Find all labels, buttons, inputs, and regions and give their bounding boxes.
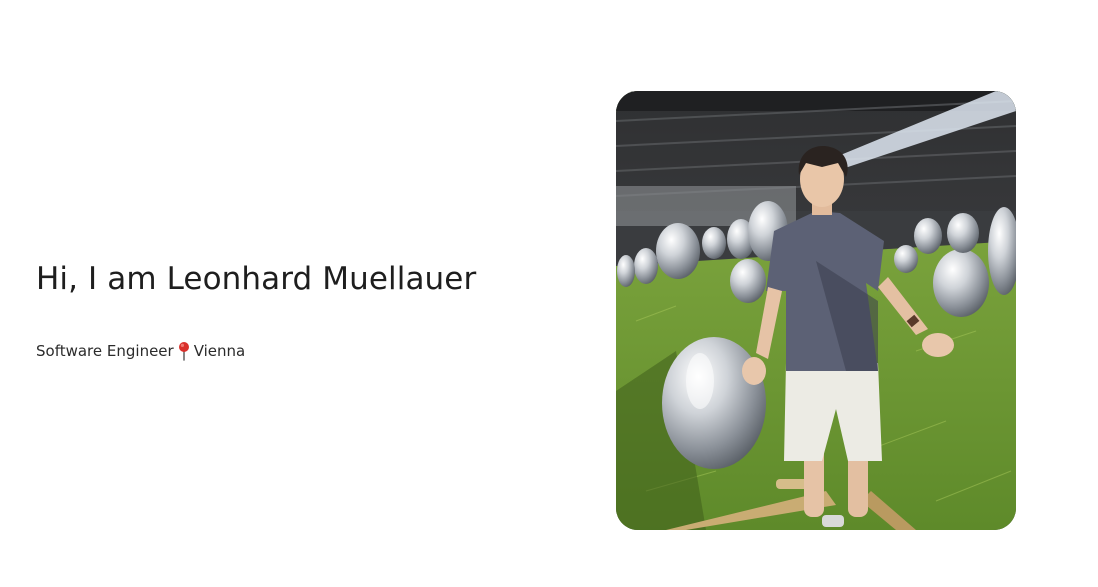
role-text: Software Engineer bbox=[36, 342, 174, 360]
hero-intro: Hi, I am Leonhard Muellauer Software Eng… bbox=[36, 258, 576, 362]
profile-photo bbox=[616, 91, 1016, 530]
page: Hi, I am Leonhard Muellauer Software Eng… bbox=[0, 0, 1098, 587]
page-title: Hi, I am Leonhard Muellauer bbox=[36, 261, 477, 297]
hero-subtitle: Software Engineer Vienna bbox=[36, 340, 576, 362]
location-text: Vienna bbox=[193, 342, 246, 360]
round-pushpin-icon bbox=[177, 341, 191, 361]
